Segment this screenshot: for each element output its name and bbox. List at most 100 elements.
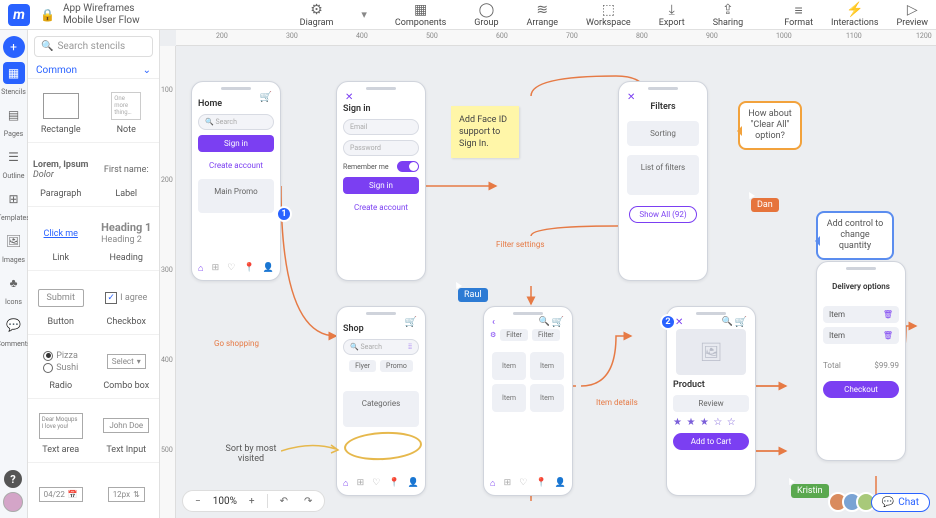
stencil-textinput[interactable]: John DoeText Input [94, 399, 160, 463]
cart-icon: 🛒 [735, 317, 747, 328]
filter-list-block: List of filters [627, 155, 699, 195]
format-tool[interactable]: ≡Format [784, 2, 813, 28]
stencil-paragraph[interactable]: Lorem, IpsumDolorParagraph [28, 143, 94, 207]
comment-marker-2[interactable]: 2 [660, 314, 676, 330]
templates-tab[interactable]: ⊞ [3, 188, 25, 210]
signin-button: Sign in [198, 135, 274, 152]
sticky-note[interactable]: Add Face ID support to Sign In. [451, 106, 519, 158]
left-sidebar: + ▦ Stencils ▤ Pages ☰ Outline ⊞ Templat… [0, 30, 28, 518]
tab-bar: ⌂⊞♡📍👤 [490, 478, 566, 489]
stencil-label[interactable]: First name:Label [94, 143, 160, 207]
search-field: 🔍 Search [198, 114, 274, 130]
trash-icon: 🗑 [883, 310, 893, 319]
top-toolbar: m 🔒 App Wireframes Mobile User Flow ⚙Dia… [0, 0, 936, 30]
add-button[interactable]: + [3, 36, 25, 58]
flow-label-filters: Filter settings [496, 240, 544, 249]
sharing-tool[interactable]: ⇪Sharing [713, 2, 743, 28]
product-title: Product [673, 380, 749, 390]
stencils-tab[interactable]: ▦ [3, 62, 25, 84]
stencil-combobox[interactable]: Select▾Combo box [94, 335, 160, 399]
dropdown-caret-icon[interactable]: ▾ [361, 8, 367, 21]
redo-button[interactable]: ↷ [300, 496, 316, 507]
wireframe-product[interactable]: ✕🔍🛒 🖼 Product Review ★ ★ ★ ☆ ☆ Add to Ca… [666, 306, 756, 496]
close-icon: ✕ [675, 317, 683, 328]
cart-icon: 🛒 [260, 92, 272, 103]
comment-quantity[interactable]: Add control to change quantity [816, 211, 894, 260]
lock-icon[interactable]: 🔒 [40, 8, 55, 22]
image-placeholder: 🖼 [676, 329, 746, 375]
stencil-rectangle[interactable]: Rectangle [28, 79, 94, 143]
close-icon: ✕ [627, 92, 635, 103]
wireframe-delivery[interactable]: Delivery options Item🗑 Item🗑 Total$99.99… [816, 261, 906, 461]
vertical-ruler: 100200300400500 [160, 46, 176, 518]
stencil-button[interactable]: SubmitButton [28, 271, 94, 335]
search-icon: 🔍 [41, 41, 53, 52]
stencil-stepper[interactable]: 12px⇅ [94, 463, 160, 518]
sorting-block: Sorting [627, 121, 699, 146]
signin-title: Sign in [343, 104, 419, 114]
wireframe-home[interactable]: 🛒 Home 🔍 Search Sign in Create account M… [191, 81, 281, 281]
wireframe-filters[interactable]: ✕ Filters Sorting List of filters Show A… [618, 81, 708, 281]
search-stencils-input[interactable]: 🔍 Search stencils [34, 36, 153, 57]
app-logo: m [8, 4, 30, 26]
total-label: Total [823, 361, 841, 370]
comment-marker-1[interactable]: 1 [276, 206, 292, 222]
add-to-cart-button: Add to Cart [673, 433, 749, 450]
interactions-tool[interactable]: ⚡Interactions [831, 2, 879, 28]
pages-tab[interactable]: ▤ [3, 104, 25, 126]
show-all-button: Show All (92) [629, 206, 697, 223]
stencil-radio[interactable]: PizzaSushiRadio [28, 335, 94, 399]
stencil-link[interactable]: Click meLink [28, 207, 94, 271]
stencil-checkbox[interactable]: ✓I agreeCheckbox [94, 271, 160, 335]
group-tool[interactable]: ◯Group [474, 2, 498, 28]
delivery-title: Delivery options [823, 282, 899, 291]
calendar-icon: 📅 [68, 490, 78, 499]
zoom-level[interactable]: 100% [213, 496, 237, 507]
cart-icon: 🛒 [552, 317, 564, 328]
arrange-tool[interactable]: ≋Arrange [527, 2, 559, 28]
create-link: Create account [343, 199, 419, 216]
review-block: Review [673, 395, 749, 412]
flow-label-itemdetails: Item details [596, 398, 638, 407]
create-account-link: Create account [198, 157, 274, 174]
remember-label: Remember me [343, 163, 389, 171]
stencil-textarea[interactable]: Dear Moqups I love you!Text area [28, 399, 94, 463]
horizontal-ruler: 200300400500600700800900100011001200 [176, 30, 936, 46]
preview-tool[interactable]: ▷Preview [897, 2, 928, 28]
wireframe-signin[interactable]: ✕ Sign in Email Password Remember me Sig… [336, 81, 426, 281]
images-tab[interactable]: 🖼 [3, 230, 25, 252]
tab-bar: ⌂⊞♡📍👤 [343, 478, 419, 489]
workspace-tool[interactable]: ⬚Workspace [586, 2, 631, 28]
flow-label-shopping: Go shopping [214, 339, 259, 348]
diagram-tool[interactable]: ⚙Diagram [300, 2, 334, 28]
export-tool[interactable]: ⤓Export [659, 2, 685, 28]
cursor-dan: Dan [751, 198, 779, 212]
comments-tab[interactable]: 💬 [3, 314, 25, 336]
document-title[interactable]: App Wireframes Mobile User Flow [63, 3, 140, 27]
cart-item-row: Item🗑 [823, 306, 899, 323]
app-title: App Wireframes [63, 3, 140, 15]
outline-tab[interactable]: ☰ [3, 146, 25, 168]
remember-toggle [397, 161, 419, 172]
collaborator-avatars[interactable] [834, 492, 876, 512]
icons-tab[interactable]: ♣ [3, 272, 25, 294]
comment-clear-all[interactable]: How about "Clear All" option? [738, 101, 802, 150]
chat-button[interactable]: 💬Chat [871, 493, 930, 512]
stencil-category[interactable]: Common⌄ [28, 63, 159, 79]
zoom-in-button[interactable]: + [245, 496, 259, 507]
stencil-datepicker[interactable]: 04/22📅 [28, 463, 94, 518]
back-icon: ‹ [492, 317, 495, 328]
components-tool[interactable]: ▦Components [395, 2, 446, 28]
user-avatar[interactable] [3, 492, 23, 512]
stencil-note[interactable]: One more thing…Note [94, 79, 160, 143]
zoom-out-button[interactable]: − [191, 496, 205, 507]
undo-button[interactable]: ↶ [276, 496, 292, 507]
help-button[interactable]: ? [4, 470, 22, 488]
stencil-panel: 🔍 Search stencils Common⌄ Rectangle One … [28, 30, 160, 518]
wireframe-grid[interactable]: ‹🔍🛒 ⚙FilterFilter ItemItem ItemItem ⌂⊞♡📍… [483, 306, 573, 496]
shop-search: 🔍 Search ⁞⁞ [343, 339, 419, 355]
checkout-button: Checkout [823, 381, 899, 398]
canvas-area[interactable]: 200300400500600700800900100011001200 100… [160, 30, 936, 518]
stencil-heading[interactable]: Heading 1Heading 2Heading [94, 207, 160, 271]
wireframe-shop[interactable]: 🛒 Shop 🔍 Search ⁞⁞ FlyerPromo Categories… [336, 306, 426, 496]
